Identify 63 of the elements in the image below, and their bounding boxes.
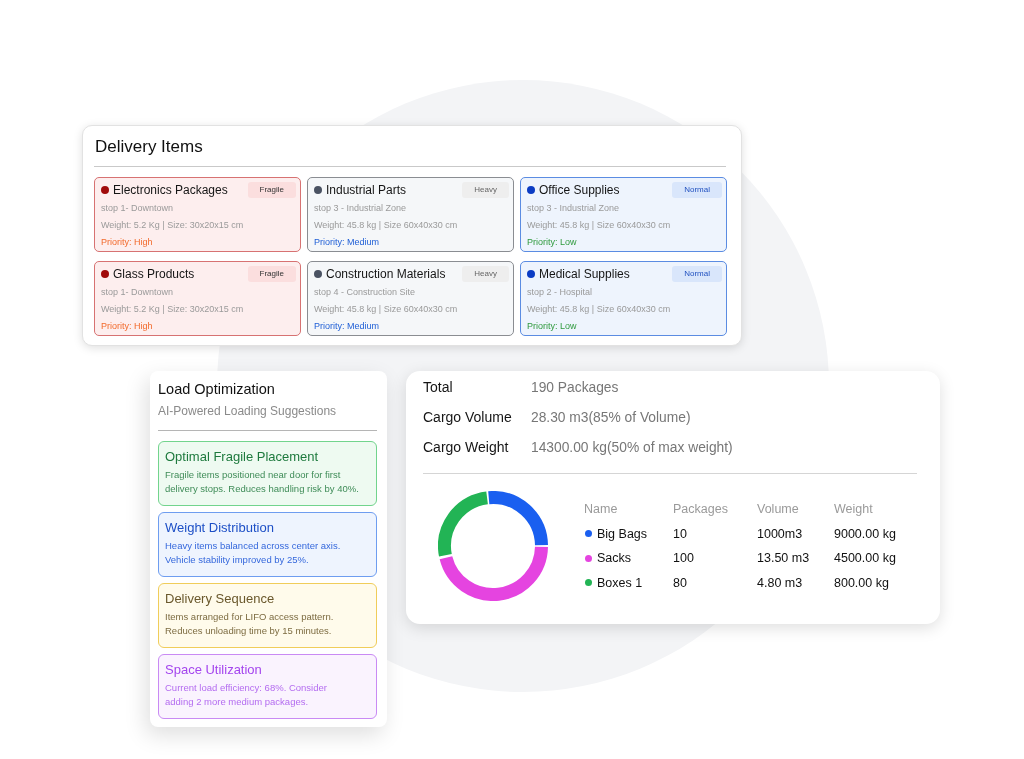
table-cell: 10 xyxy=(673,526,687,541)
priority-text: Priority: Low xyxy=(527,320,578,333)
item-name: Glass Products xyxy=(113,267,195,281)
stat-label: Cargo Volume xyxy=(423,409,512,425)
details-text: Weight: 45.8 kg | Size 60x40x30 cm xyxy=(314,303,459,316)
table-cell: 13.50 m3 xyxy=(757,551,810,566)
details-text: Weight: 5.2 Kg | Size: 30x20x15 cm xyxy=(101,219,245,232)
item-name: Office Supplies xyxy=(539,183,620,197)
stat-value: 190 Packages xyxy=(531,379,619,395)
table-cell: 800.00 kg xyxy=(834,575,889,590)
details-text: Weight: 45.8 kg | Size 60x40x30 cm xyxy=(314,219,459,232)
category-tag: Fragile xyxy=(247,266,296,282)
suggestion-text: Fragile items positioned near door for first delivery stops. Reduces handling risk by 40%. xyxy=(165,468,360,496)
stop-text: stop 1- Downtown xyxy=(101,286,175,299)
table-cell: 100 xyxy=(673,551,694,566)
priority-text: Priority: Medium xyxy=(314,320,380,333)
suggestion-title: Optimal Fragile Placement xyxy=(165,448,320,466)
stop-text: stop 3 - Industrial Zone xyxy=(314,202,408,215)
category-tag: Fragile xyxy=(247,182,296,198)
column-header: Weight xyxy=(834,502,873,517)
table-cell: 9000.00 kg xyxy=(834,526,896,541)
category-tag: Normal xyxy=(672,182,722,198)
category-tag: Heavy xyxy=(462,266,509,282)
item-name: Medical Supplies xyxy=(539,267,630,281)
column-header: Name xyxy=(584,502,618,517)
stat-label: Cargo Weight xyxy=(423,439,509,455)
stat-value: 14300.00 kg(50% of max weight) xyxy=(531,439,733,455)
priority-text: Priority: High xyxy=(101,236,154,249)
table-cell: Boxes 1 xyxy=(597,575,643,590)
column-header: Packages xyxy=(673,502,728,517)
table-cell: Sacks xyxy=(597,551,632,566)
suggestion-text: Current load efficiency: 68%. Consider adding 2 more medium packages. xyxy=(165,681,328,709)
panel-subtitle: AI-Powered Loading Suggestions xyxy=(158,403,338,420)
stop-text: stop 3 - Industrial Zone xyxy=(527,202,621,215)
category-tag: Heavy xyxy=(462,182,509,198)
table-cell: 4.80 m3 xyxy=(757,575,803,590)
category-tag: Normal xyxy=(672,266,722,282)
suggestion-text: Heavy items balanced across center axis. Vehicle stability improved by 25%. xyxy=(165,539,342,567)
priority-text: Priority: Medium xyxy=(314,236,380,249)
item-name: Construction Materials xyxy=(326,267,446,281)
item-name: Industrial Parts xyxy=(326,183,407,197)
details-text: Weight: 45.8 kg | Size 60x40x30 cm xyxy=(527,303,672,316)
stop-text: stop 4 - Construction Site xyxy=(314,286,417,299)
table-cell: 1000m3 xyxy=(757,526,803,541)
suggestion-title: Space Utilization xyxy=(165,661,263,679)
suggestion-title: Delivery Sequence xyxy=(165,590,276,608)
panel-title: Delivery Items xyxy=(94,136,204,158)
table-cell: 80 xyxy=(673,575,687,590)
stop-text: stop 2 - Hospital xyxy=(527,286,594,299)
priority-text: Priority: High xyxy=(101,320,154,333)
suggestion-text: Items arranged for LIFO access pattern. Reduces unloading time by 15 minutes. xyxy=(165,610,335,638)
stop-text: stop 1- Downtown xyxy=(101,202,175,215)
priority-text: Priority: Low xyxy=(527,236,578,249)
table-cell: 4500.00 kg xyxy=(834,551,896,566)
column-header: Volume xyxy=(757,502,799,517)
table-cell: Big Bags xyxy=(597,526,648,541)
panel-title: Load Optimization xyxy=(158,380,276,398)
item-name: Electronics Packages xyxy=(113,183,228,197)
details-text: Weight: 5.2 Kg | Size: 30x20x15 cm xyxy=(101,303,245,316)
stat-label: Total xyxy=(423,379,453,395)
stat-value: 28.30 m3(85% of Volume) xyxy=(531,409,691,425)
suggestion-title: Weight Distribution xyxy=(165,519,275,537)
details-text: Weight: 45.8 kg | Size 60x40x30 cm xyxy=(527,219,672,232)
